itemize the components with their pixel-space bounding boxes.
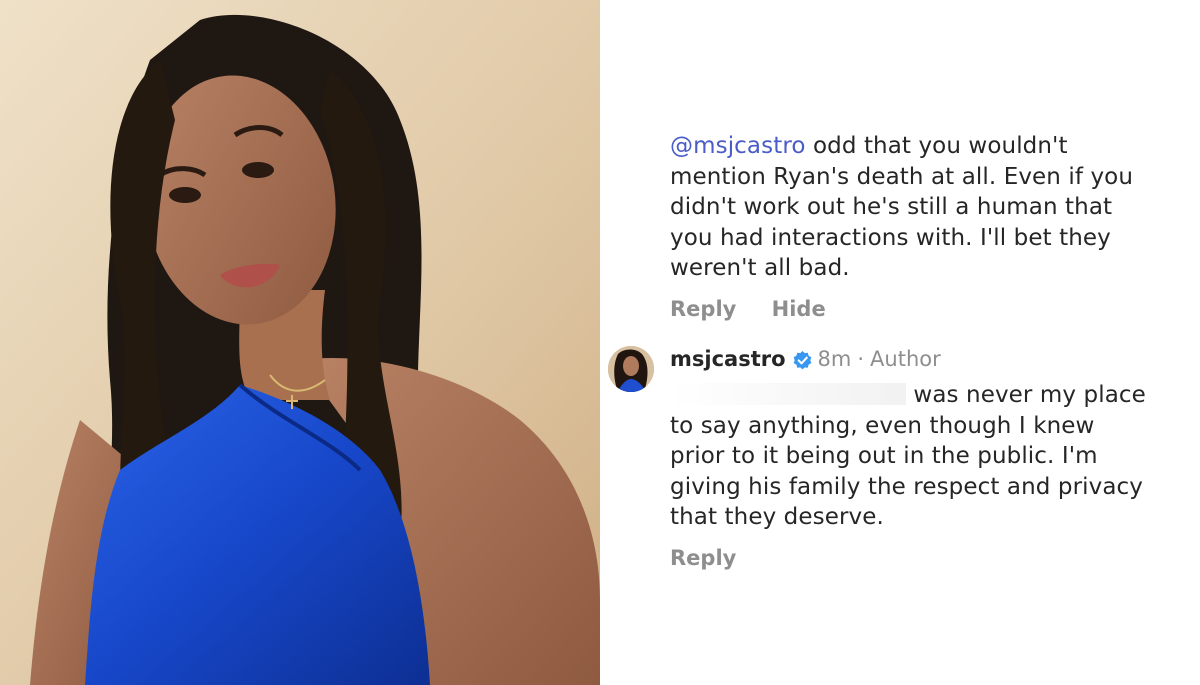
meta-separator: · [857,347,865,371]
redacted-text-region [670,383,906,405]
mention-link[interactable]: @msjcastro [670,133,806,159]
reply-button[interactable]: Reply [670,297,736,321]
verified-badge-icon [793,350,811,369]
profile-photo [0,0,600,685]
reply-button[interactable]: Reply [670,546,736,570]
woman-portrait-image [0,0,600,685]
comment-meta: msjcastro 8m · Author [670,347,1170,371]
comment-reply: @msjcastro odd that you wouldn't mention… [670,131,1170,321]
comment-time: 8m [817,347,852,371]
comment-actions: Reply Hide [670,297,1170,321]
hide-button[interactable]: Hide [772,297,826,321]
comments-panel [600,0,1200,685]
comment-actions: Reply [670,546,1170,570]
username-link[interactable]: msjcastro [670,347,786,371]
comment-author-reply: msjcastro 8m · Author was never my place… [670,347,1170,570]
comment-text: @msjcastro odd that you wouldn't mention… [670,133,1134,281]
author-label: Author [870,347,941,371]
comment-text: was never my place to say anything, even… [670,382,1146,530]
avatar[interactable] [608,346,654,392]
